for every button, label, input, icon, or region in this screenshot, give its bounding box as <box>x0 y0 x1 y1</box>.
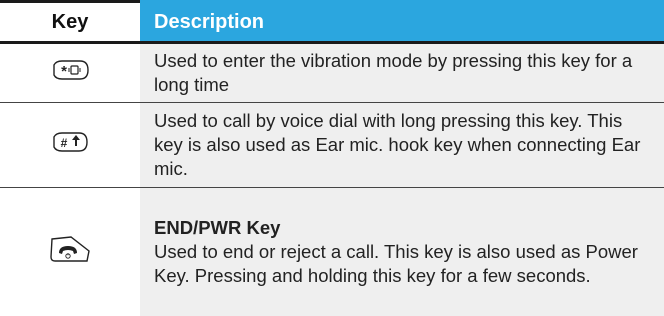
key-description-table: Key Description * Used to enter the vibr… <box>0 0 664 316</box>
key-description-text: Used to call by voice dial with long pre… <box>154 109 656 181</box>
description-column-header: Description <box>140 2 664 43</box>
key-cell: # <box>0 103 140 188</box>
description-cell: END/PWR Key Used to end or reject a call… <box>140 188 664 316</box>
end-power-key-icon <box>49 235 91 263</box>
key-name-title: END/PWR Key <box>154 216 656 240</box>
table-row: END/PWR Key Used to end or reject a call… <box>0 188 664 316</box>
table-row: # Used to call by voice dial with long p… <box>0 103 664 188</box>
star-glyph: * <box>61 63 67 80</box>
table-header-row: Key Description <box>0 2 664 43</box>
key-cell: * <box>0 43 140 103</box>
table-row: * Used to enter the vibration mode by pr… <box>0 43 664 103</box>
key-column-header: Key <box>0 2 140 43</box>
hash-voice-key-icon: # <box>51 131 89 153</box>
description-cell: Used to call by voice dial with long pre… <box>140 103 664 188</box>
table-body: * Used to enter the vibration mode by pr… <box>0 43 664 316</box>
key-description-text: Used to enter the vibration mode by pres… <box>154 49 656 97</box>
key-cell <box>0 188 140 316</box>
table-header: Key Description <box>0 2 664 43</box>
hash-glyph: # <box>61 136 68 150</box>
description-cell: Used to enter the vibration mode by pres… <box>140 43 664 103</box>
star-vibrate-key-icon: * <box>50 59 90 81</box>
key-description-text: Used to end or reject a call. This key i… <box>154 240 656 288</box>
